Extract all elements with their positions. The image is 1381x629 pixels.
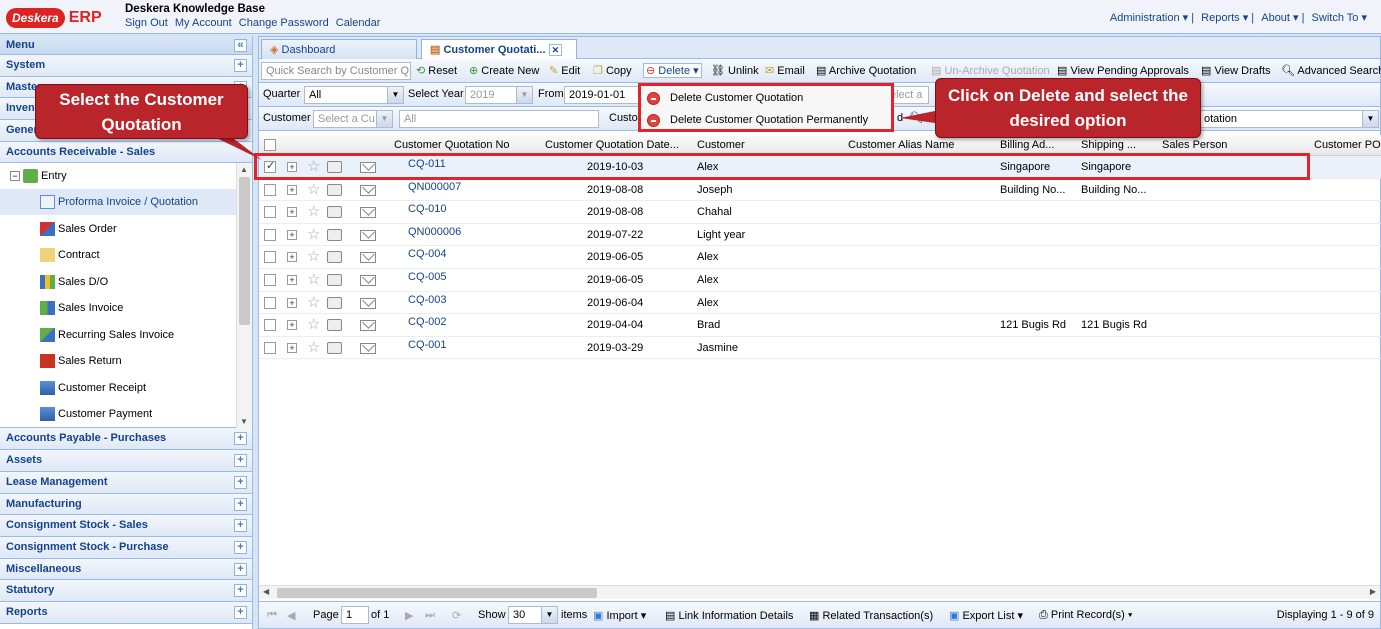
callout-delete-option: Click on Delete and select the desired o…: [935, 78, 1201, 138]
callout-select-quotation: Select the Customer Quotation: [35, 84, 248, 139]
